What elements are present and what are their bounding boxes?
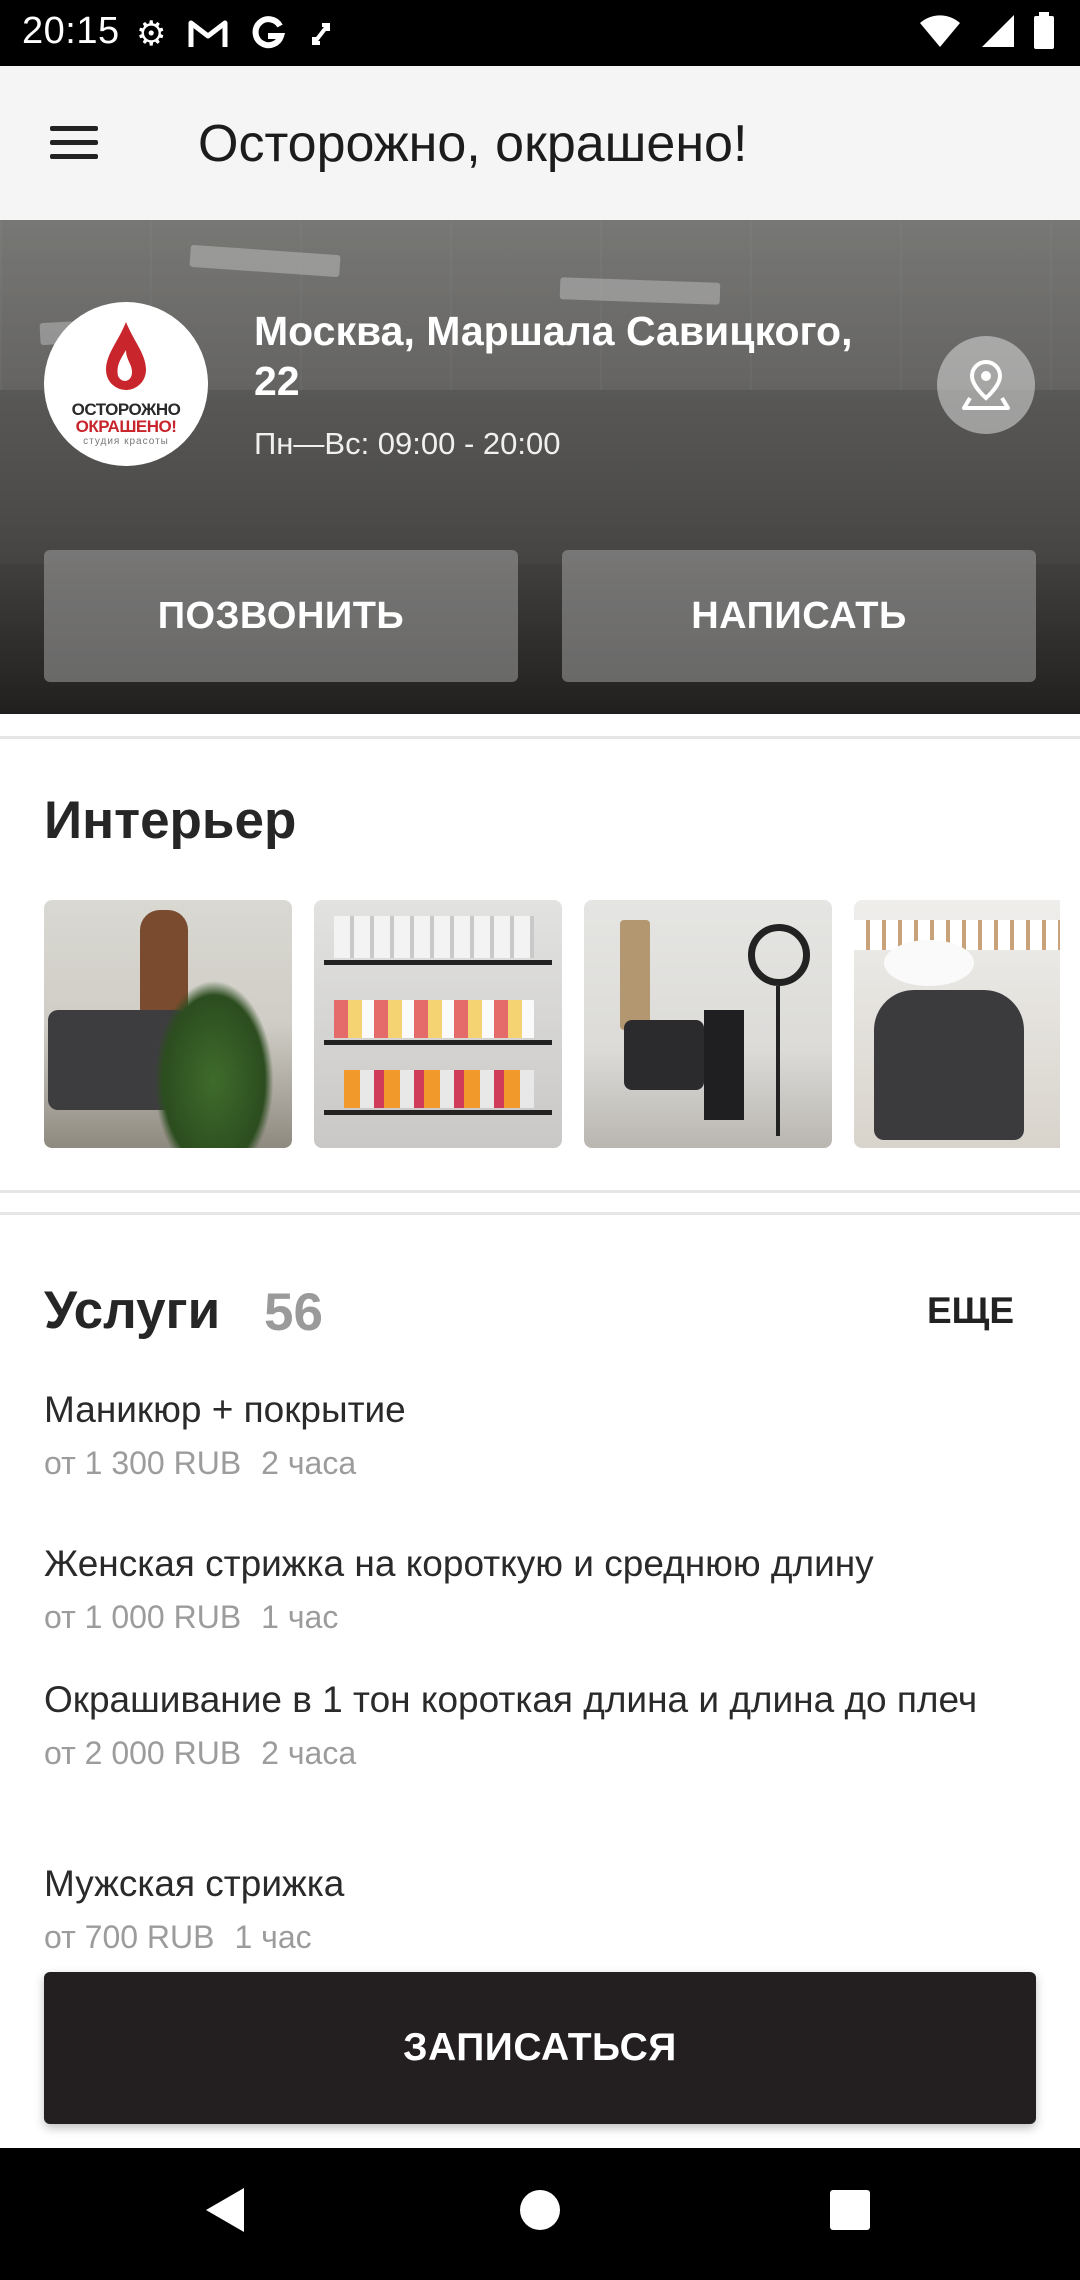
call-button[interactable]: ПОЗВОНИТЬ <box>44 550 518 682</box>
settings-icon: ⚙ <box>136 15 167 53</box>
photo-plant <box>154 980 274 1148</box>
service-duration: 1 час <box>261 1599 339 1635</box>
divider <box>0 1212 1080 1215</box>
interior-photo[interactable] <box>854 900 1060 1148</box>
service-name: Окрашивание в 1 тон короткая длина и дли… <box>44 1679 978 1720</box>
service-price: от 1 300 RUB <box>44 1445 242 1481</box>
battery-icon <box>1034 12 1054 49</box>
service-name: Мужская стрижка <box>44 1863 345 1904</box>
service-item[interactable]: Женская стрижка на короткую и среднюю дл… <box>44 1540 1044 1636</box>
divider <box>0 736 1080 739</box>
service-meta: от 1 000 RUB 1 час <box>44 1599 1044 1636</box>
salon-logo: ОСТОРОЖНО ОКРАШЕНО! студия красоты <box>44 302 208 466</box>
service-item[interactable]: Маникюр + покрытие от 1 300 RUB 2 часа <box>44 1386 1044 1482</box>
home-icon[interactable] <box>518 2184 562 2236</box>
google-icon <box>253 16 286 49</box>
app-bar: Осторожно, окрашено! <box>0 66 1080 220</box>
service-duration: 2 часа <box>261 1735 357 1771</box>
service-price: от 1 000 RUB <box>44 1599 242 1635</box>
photo-shelf <box>324 1110 552 1115</box>
salon-address: Москва, Маршала Савицкого, 22 <box>254 308 853 404</box>
service-duration: 1 час <box>234 1919 312 1955</box>
service-price: от 2 000 RUB <box>44 1735 242 1771</box>
photo-chair <box>624 1020 704 1090</box>
interior-photo[interactable] <box>584 900 832 1148</box>
photo-products <box>344 1070 534 1108</box>
service-item[interactable]: Окрашивание в 1 тон короткая длина и дли… <box>44 1676 1044 1772</box>
interior-photo[interactable] <box>44 900 292 1148</box>
opening-hours: Пн—Вс: 09:00 - 20:00 <box>254 426 561 461</box>
interior-gallery[interactable] <box>44 900 1060 1148</box>
photo-stand <box>776 986 780 1136</box>
signal-icon <box>982 15 1014 47</box>
photo-ring-light <box>748 924 810 986</box>
service-name: Маникюр + покрытие <box>44 1389 406 1430</box>
status-icons-right <box>918 12 1056 50</box>
photo-shelf <box>324 1040 552 1045</box>
more-services-link[interactable]: ЕЩЕ <box>927 1290 1014 1332</box>
transfer-icon <box>312 23 331 45</box>
photo-products <box>334 916 534 958</box>
page-title: Осторожно, окрашено! <box>198 115 748 173</box>
status-time: 20:15 <box>22 10 120 52</box>
photo-shelf <box>324 960 552 965</box>
hero-banner: ОСТОРОЖНО ОКРАШЕНО! студия красоты Москв… <box>0 220 1080 714</box>
status-icons-left: ⚙ <box>136 14 334 54</box>
map-button[interactable] <box>937 336 1035 434</box>
gmail-icon <box>188 20 228 47</box>
service-meta: от 2 000 RUB 2 часа <box>44 1735 1044 1772</box>
photo-wash-chair <box>874 990 1024 1140</box>
system-nav-bar <box>0 2148 1080 2280</box>
services-title: Услуги <box>44 1281 221 1340</box>
back-icon[interactable] <box>200 2184 248 2236</box>
service-meta: от 1 300 RUB 2 часа <box>44 1445 1044 1482</box>
photo-products <box>334 1000 534 1038</box>
map-pin-icon <box>962 359 1010 410</box>
logo-text: ОКРАШЕНО! <box>75 417 177 436</box>
service-duration: 2 часа <box>261 1445 357 1481</box>
book-button[interactable]: ЗАПИСАТЬСЯ <box>44 1972 1036 2124</box>
interior-title: Интерьер <box>44 791 297 850</box>
photo-trolley <box>704 1010 744 1120</box>
service-price: от 700 RUB <box>44 1919 215 1955</box>
photo-sink <box>884 940 974 986</box>
photo-mirror <box>620 920 650 1030</box>
interior-photo[interactable] <box>314 900 562 1148</box>
status-bar: 20:15 ⚙ <box>0 0 1080 66</box>
logo-text: студия красоты <box>83 436 169 447</box>
service-name: Женская стрижка на короткую и среднюю дл… <box>44 1543 874 1584</box>
wifi-icon <box>920 15 960 47</box>
services-count: 56 <box>264 1283 323 1342</box>
recents-icon[interactable] <box>828 2184 872 2236</box>
service-item[interactable]: Мужская стрижка от 700 RUB 1 час <box>44 1860 1044 1956</box>
drop-logo-icon <box>106 322 146 390</box>
menu-icon[interactable] <box>44 120 104 164</box>
divider <box>0 1190 1080 1193</box>
service-meta: от 700 RUB 1 час <box>44 1919 1044 1956</box>
write-button[interactable]: НАПИСАТЬ <box>562 550 1036 682</box>
